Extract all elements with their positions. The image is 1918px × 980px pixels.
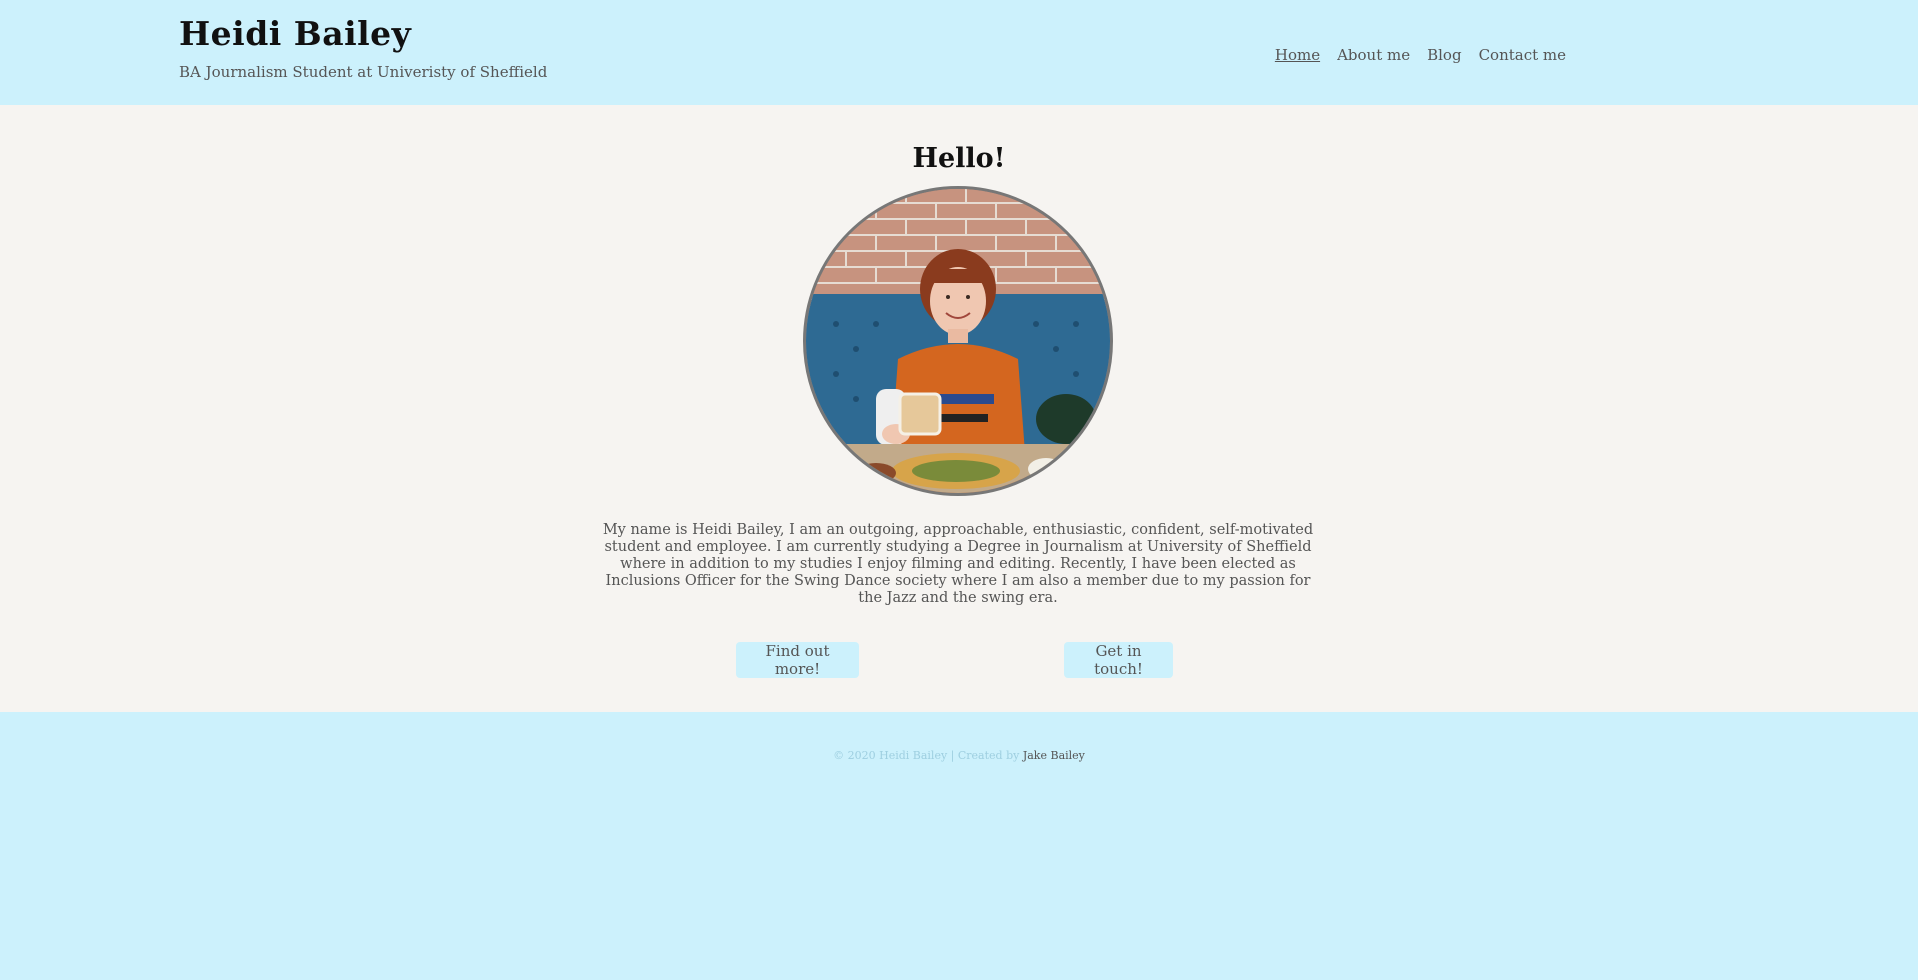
get-in-touch-button[interactable]: Get in touch! <box>1064 642 1173 678</box>
intro-paragraph: My name is Heidi Bailey, I am an outgoin… <box>602 522 1314 606</box>
nav-contact[interactable]: Contact me <box>1479 46 1566 64</box>
site-footer: © 2020 Heidi Bailey | Created by Jake Ba… <box>0 712 1918 980</box>
find-out-more-button[interactable]: Find out more! <box>736 642 859 678</box>
page-heading: Hello! <box>912 143 1006 174</box>
site-header: Heidi Bailey BA Journalism Student at Un… <box>0 0 1918 105</box>
nav-blog[interactable]: Blog <box>1427 46 1461 64</box>
main-nav: Home About me Blog Contact me <box>1275 46 1566 64</box>
profile-photo <box>803 186 1113 496</box>
copyright-text: © 2020 Heidi Bailey | Created by <box>833 749 1020 762</box>
brand: Heidi Bailey BA Journalism Student at Un… <box>179 14 547 81</box>
credit-link[interactable]: Jake Bailey <box>1023 749 1085 762</box>
site-tagline: BA Journalism Student at Univeristy of S… <box>179 63 548 81</box>
nav-home[interactable]: Home <box>1275 46 1320 64</box>
main-content: Hello! My name is Heidi Bailey, I am an … <box>0 105 1918 712</box>
footer-copyright: © 2020 Heidi Bailey | Created by Jake Ba… <box>0 749 1918 762</box>
profile-photo-illustration <box>806 189 1110 493</box>
site-title[interactable]: Heidi Bailey <box>179 14 547 53</box>
nav-about[interactable]: About me <box>1337 46 1410 64</box>
